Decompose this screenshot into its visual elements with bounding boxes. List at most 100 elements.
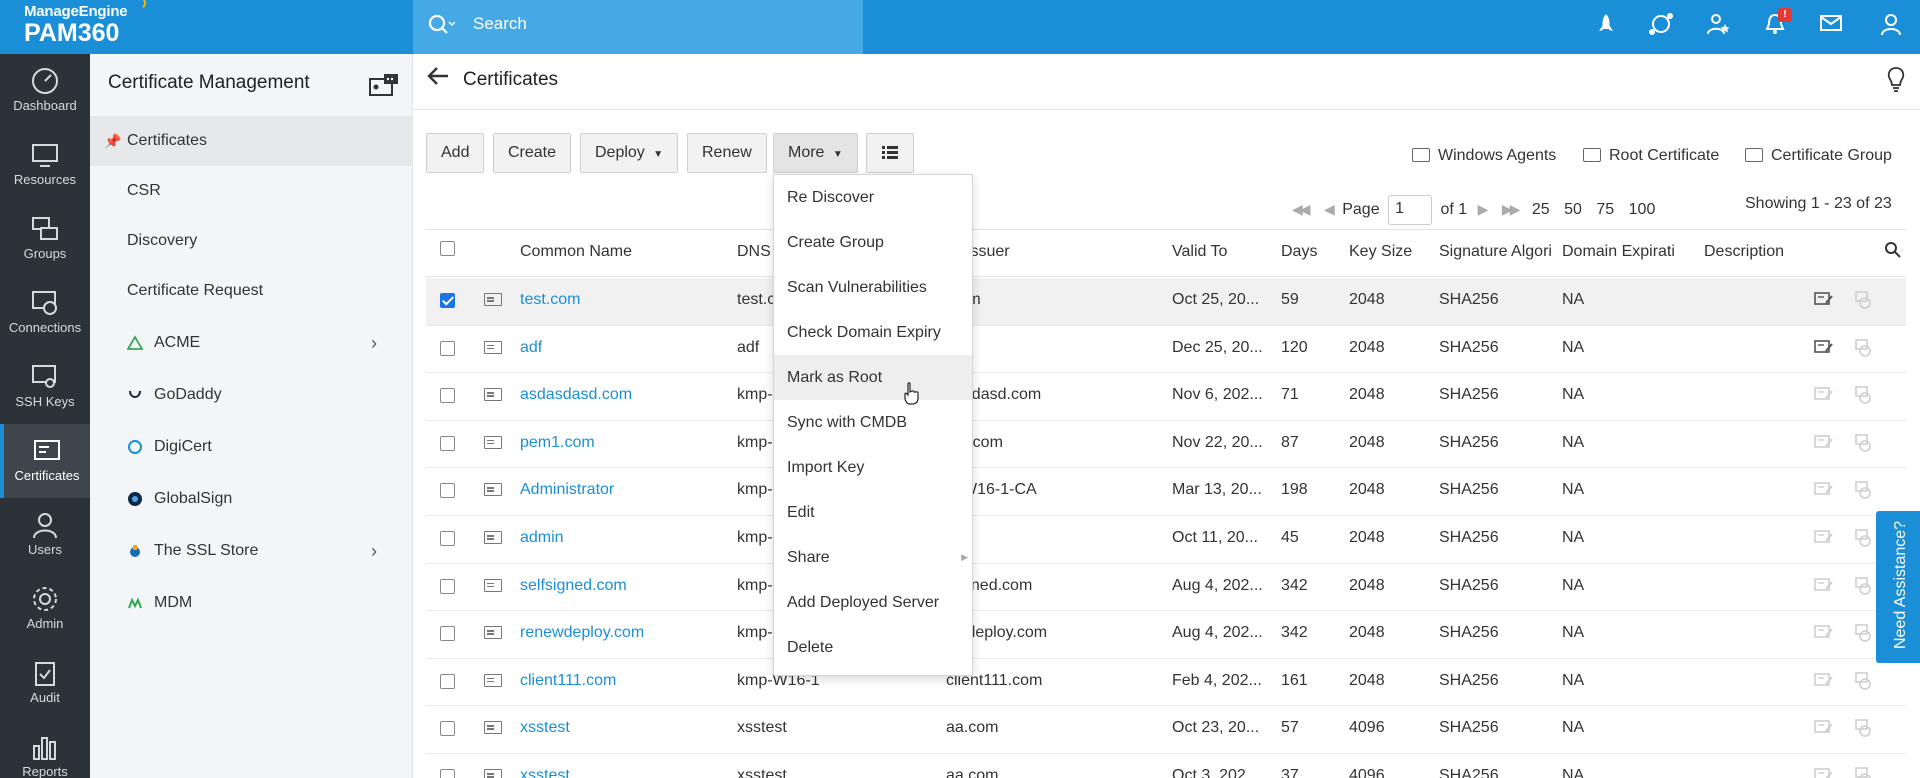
deploy-certificate-icon[interactable]	[1853, 576, 1873, 595]
more-button[interactable]: More ▼	[773, 133, 858, 173]
edit-certificate-icon[interactable]	[1814, 291, 1834, 307]
deploy-certificate-icon[interactable]	[1853, 481, 1873, 500]
need-assistance-tab[interactable]: Need Assistance?	[1876, 511, 1920, 663]
add-button[interactable]: Add	[426, 133, 485, 173]
column-description[interactable]: Description	[1704, 243, 1784, 261]
page-size-100[interactable]: 100	[1629, 201, 1656, 218]
menu-item-share[interactable]: Share ▶	[774, 535, 972, 580]
edit-certificate-icon[interactable]	[1814, 529, 1834, 545]
nav-audit[interactable]: Audit	[0, 646, 90, 720]
page-size-50[interactable]: 50	[1564, 201, 1582, 218]
row-checkbox[interactable]	[440, 435, 455, 451]
common-name-link[interactable]: adf	[520, 339, 542, 357]
table-row[interactable]: adfadffDec 25, 20...1202048SHA256NA	[426, 326, 1906, 374]
certificate-details-icon[interactable]	[484, 388, 502, 402]
edit-certificate-icon[interactable]	[1814, 624, 1834, 640]
nav-resources[interactable]: Resources	[0, 128, 90, 202]
table-row[interactable]: xsstest xsstest aa.com Oct 3, 202... 37 4096 S…	[426, 754, 1906, 778]
row-checkbox[interactable]	[440, 388, 455, 404]
subnav-mdm[interactable]: MDM	[90, 578, 413, 628]
row-checkbox[interactable]	[440, 769, 455, 778]
certificate-details-icon[interactable]	[484, 293, 502, 306]
common-name-link[interactable]: renewdeploy.com	[520, 624, 644, 642]
deploy-certificate-icon[interactable]	[1853, 338, 1873, 357]
row-checkbox[interactable]	[440, 340, 455, 356]
edit-certificate-icon[interactable]	[1814, 481, 1834, 497]
global-search[interactable]: Search	[413, 0, 863, 54]
certificate-settings-icon[interactable]	[368, 72, 400, 103]
edit-certificate-icon[interactable]	[1814, 577, 1834, 593]
common-name-link[interactable]: pem1.com	[520, 434, 595, 452]
lightbulb-icon[interactable]	[1886, 66, 1906, 99]
common-name-link[interactable]: asdasdasd.com	[520, 386, 632, 404]
nav-certificates[interactable]: Certificates	[0, 424, 90, 498]
common-name-link[interactable]: admin	[520, 529, 564, 547]
deploy-certificate-icon[interactable]	[1853, 624, 1873, 642]
last-page-icon[interactable]: ▶▶	[1502, 201, 1520, 217]
subnav-digicert[interactable]: DigiCert	[90, 422, 413, 472]
nav-users[interactable]: Users	[0, 498, 90, 572]
subnav-godaddy[interactable]: GoDaddy	[90, 370, 413, 420]
common-name-link[interactable]: xsstest	[520, 719, 570, 737]
edit-certificate-icon[interactable]	[1814, 719, 1834, 735]
deploy-certificate-icon[interactable]	[1853, 671, 1873, 690]
menu-item-sync-with-cmdb[interactable]: Sync with CMDB	[774, 400, 972, 445]
certificate-details-icon[interactable]	[484, 340, 502, 354]
network-icon[interactable]	[1646, 12, 1676, 42]
rocket-icon[interactable]	[1591, 12, 1621, 42]
subnav-globalsign[interactable]: GlobalSign	[90, 474, 413, 524]
user-star-icon[interactable]	[1703, 12, 1733, 42]
column-domain-expiration[interactable]: Domain Expirati	[1562, 243, 1676, 261]
row-checkbox[interactable]	[440, 578, 455, 594]
windows-agents-link[interactable]: Windows Agents	[1412, 147, 1556, 165]
certificate-details-icon[interactable]	[484, 721, 502, 735]
common-name-link[interactable]: test.com	[520, 291, 580, 309]
row-checkbox[interactable]	[440, 531, 455, 546]
renew-button[interactable]: Renew	[687, 133, 767, 173]
certificate-details-icon[interactable]	[484, 435, 502, 449]
column-signature-algorithm[interactable]: Signature Algori	[1439, 243, 1553, 261]
row-checkbox[interactable]	[440, 673, 455, 689]
subnav-csr[interactable]: CSR	[90, 166, 413, 216]
menu-item-import-key[interactable]: Import Key	[774, 445, 972, 490]
row-checkbox[interactable]	[440, 721, 455, 737]
edit-certificate-icon[interactable]	[1814, 767, 1834, 778]
nav-admin[interactable]: Admin	[0, 572, 90, 646]
deploy-certificate-icon[interactable]	[1853, 719, 1873, 738]
column-days[interactable]: Days	[1281, 243, 1317, 261]
table-row[interactable]: xsstest xsstest aa.com Oct 23, 20... 57 4096 S…	[426, 706, 1906, 754]
nav-dashboard[interactable]: Dashboard	[0, 54, 90, 128]
table-row[interactable]: asdasdasd.com kmp-dasdasd.com Nov 6, 202..…	[426, 373, 1906, 421]
subnav-discovery[interactable]: Discovery	[90, 216, 413, 266]
back-arrow-icon[interactable]	[427, 66, 449, 92]
deploy-certificate-icon[interactable]	[1853, 386, 1873, 404]
table-row[interactable]: pem1.com kmp-m1.com Nov 22, 20... 87 2048 SHA…	[426, 421, 1906, 469]
menu-item-delete[interactable]: Delete	[774, 625, 972, 670]
column-common-name[interactable]: Common Name	[520, 243, 632, 261]
nav-groups[interactable]: Groups	[0, 202, 90, 276]
user-icon[interactable]	[1876, 12, 1906, 42]
row-checkbox[interactable]	[440, 626, 455, 642]
column-key-size[interactable]: Key Size	[1349, 243, 1412, 261]
row-checkbox[interactable]	[440, 483, 455, 499]
table-row[interactable]: adminkmp-minOct 11, 20...452048SHA256NA	[426, 516, 1906, 564]
menu-item-edit[interactable]: Edit	[774, 490, 972, 535]
prev-page-icon[interactable]: ◀	[1324, 201, 1335, 217]
nav-connections[interactable]: Connections	[0, 276, 90, 350]
table-row[interactable]: Administrator kmp- P-W16-1-CA Mar 13, 20...…	[426, 468, 1906, 516]
menu-item-create-group[interactable]: Create Group	[774, 220, 972, 265]
common-name-link[interactable]: xsstest	[520, 767, 570, 778]
certificate-details-icon[interactable]	[484, 626, 502, 640]
certificate-details-icon[interactable]	[484, 578, 502, 592]
deploy-certificate-icon[interactable]	[1853, 767, 1873, 778]
nav-reports[interactable]: Reports	[0, 720, 90, 778]
search-input[interactable]: Search	[473, 14, 527, 34]
first-page-icon[interactable]: ◀◀	[1292, 201, 1310, 217]
deploy-certificate-icon[interactable]	[1853, 291, 1873, 309]
edit-certificate-icon[interactable]	[1814, 672, 1834, 688]
select-all-checkbox[interactable]	[440, 241, 455, 256]
certificate-details-icon[interactable]	[484, 531, 502, 544]
search-icon[interactable]	[1884, 241, 1902, 264]
edit-certificate-icon[interactable]	[1814, 434, 1834, 450]
table-row[interactable]: test.comtest.c.comOct 25, 20...592048SHA…	[426, 278, 1906, 326]
